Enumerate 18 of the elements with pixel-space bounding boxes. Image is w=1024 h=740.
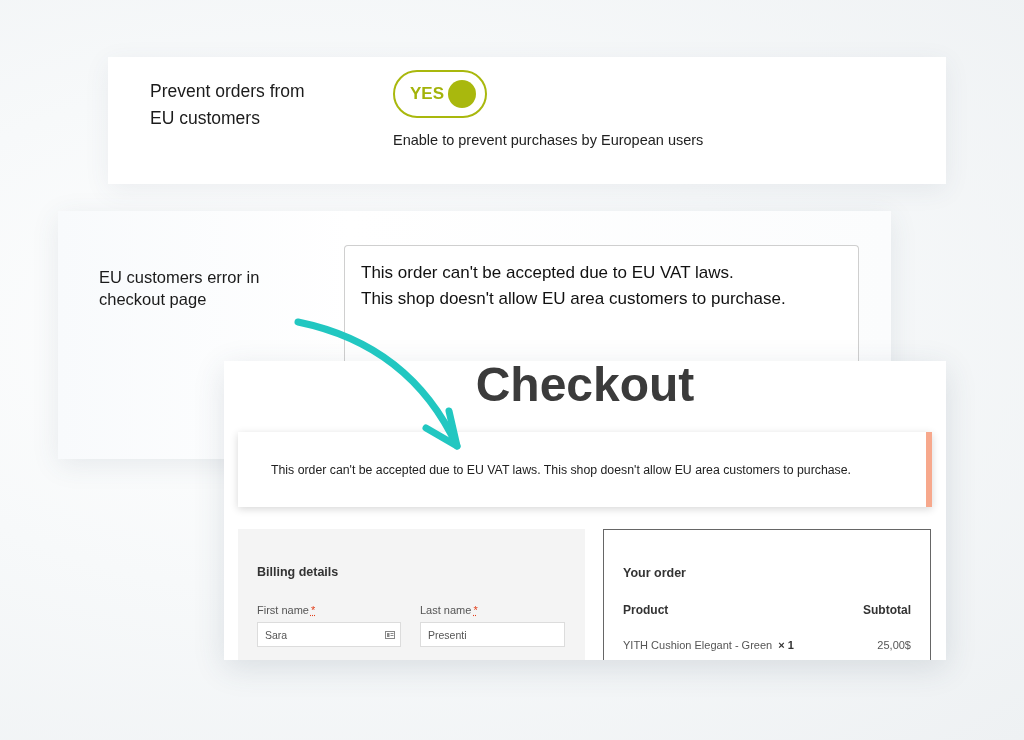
setting-label: EU customers error in checkout page: [99, 267, 261, 310]
checkout-title: Checkout: [475, 361, 695, 409]
setting-label: Prevent orders from EU customers: [150, 80, 306, 130]
column-header: Subtotal: [863, 603, 911, 617]
billing-title: Billing details: [257, 564, 340, 580]
toggle-knob-icon: [448, 80, 476, 108]
error-notice: This order can't be accepted due to EU VAT laws. This shop doesn't allow EU area customers to purchase.: [238, 432, 932, 507]
product-name: YITH Cushion Elegant - Green: [623, 638, 773, 652]
field-label: Last name *: [420, 603, 479, 617]
product-quantity: × 1: [778, 638, 794, 652]
field-label: First name *: [257, 603, 317, 617]
setting-description: Enable to prevent purchases by European users: [393, 131, 704, 149]
column-header: Product: [623, 603, 669, 617]
text-input-field[interactable]: Sara: [257, 622, 401, 647]
subtotal-price: 25,00$: [877, 638, 911, 652]
text-input-field[interactable]: Presenti: [420, 622, 565, 647]
order-title: Your order: [623, 565, 687, 581]
error-message-field[interactable]: This order can't be accepted due to EU VAT laws. This shop doesn't allow EU area customers to purchase.: [344, 245, 859, 361]
